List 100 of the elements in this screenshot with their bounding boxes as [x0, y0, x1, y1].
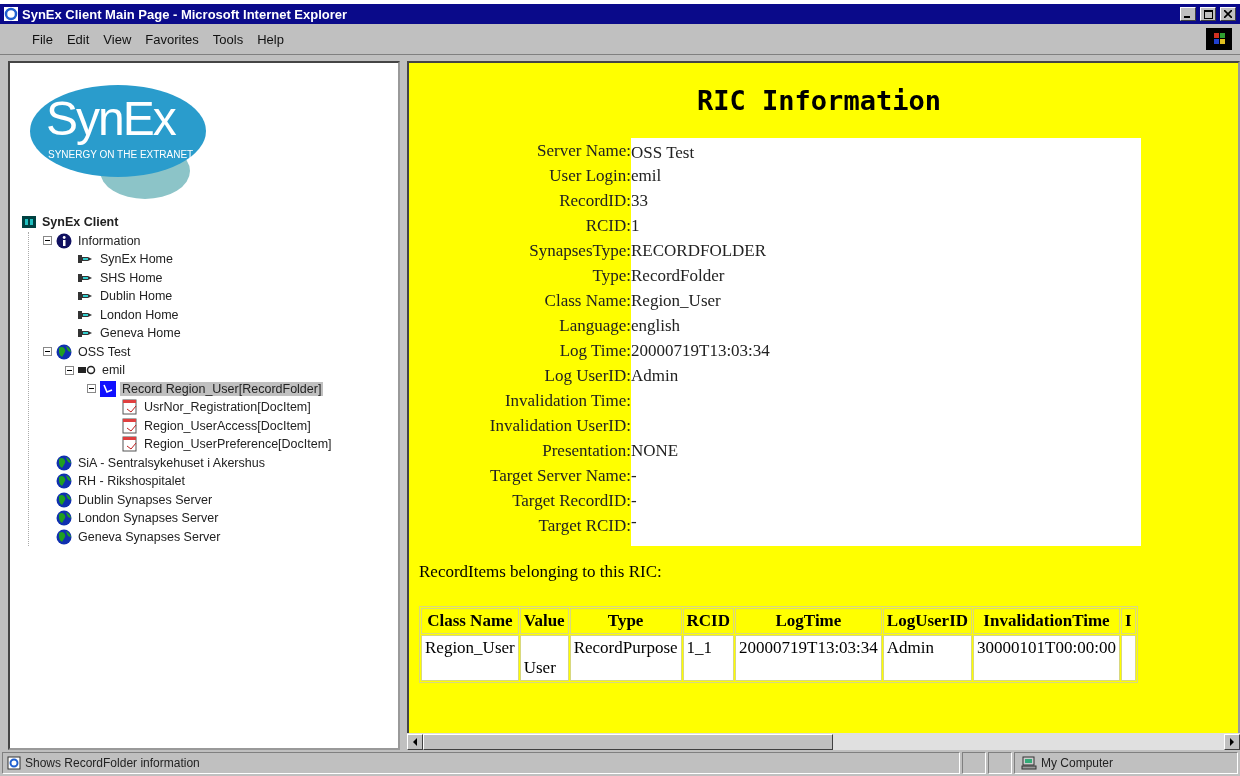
- tree-item[interactable]: RH - Rikshospitalet: [76, 474, 187, 489]
- table-cell: 20000719T13:03:34: [735, 635, 882, 681]
- page-heading: RIC Information: [696, 85, 942, 116]
- column-header: RCID: [682, 608, 734, 634]
- column-header: LogTime: [735, 608, 882, 634]
- tree-item[interactable]: London Synapses Server: [76, 511, 221, 526]
- folder-icon: [100, 380, 116, 397]
- field-value: 20000719T13:03:34: [631, 338, 1141, 363]
- user-icon: [78, 365, 96, 376]
- tree-root[interactable]: SynEx Client: [40, 215, 121, 230]
- status-pane: [962, 752, 986, 774]
- field-label: Invalidation Time:: [503, 390, 631, 411]
- field-label: Language:: [558, 315, 631, 336]
- globe-icon: [56, 454, 72, 471]
- column-header: LogUserID: [882, 608, 973, 634]
- table-cell: 1_1: [682, 635, 734, 681]
- link-icon: [78, 309, 94, 320]
- link-icon: [78, 291, 94, 302]
- logo-text: SynEx: [46, 91, 175, 146]
- tree-item[interactable]: Geneva Home: [98, 326, 183, 341]
- globe-icon: [56, 528, 72, 545]
- tree-item[interactable]: emil: [100, 363, 127, 378]
- collapse-toggle[interactable]: [43, 347, 52, 357]
- close-button[interactable]: [1220, 7, 1236, 21]
- close-icon: [1224, 10, 1232, 18]
- tree-item[interactable]: SynEx Home: [98, 252, 175, 267]
- field-value: emil: [631, 163, 1141, 188]
- globe-icon: [56, 473, 72, 490]
- table-cell: User: [519, 635, 569, 681]
- info-icon: [56, 232, 72, 249]
- field-label: Type:: [591, 265, 631, 286]
- link-icon: [78, 328, 94, 339]
- menu-item[interactable]: Favorites: [145, 31, 199, 47]
- document-icon: [122, 417, 138, 434]
- horizontal-scrollbar[interactable]: [407, 733, 1240, 750]
- field-value: RECORDFOLDER: [631, 238, 1141, 263]
- tree-item[interactable]: OSS Test: [76, 344, 133, 359]
- windows-logo-icon: [1206, 28, 1232, 50]
- field-value: 1: [631, 213, 1141, 238]
- field-value: 33: [631, 188, 1141, 213]
- column-header: Value: [519, 608, 569, 634]
- field-value: Admin: [631, 363, 1141, 388]
- table-cell: RecordPurpose: [569, 635, 682, 681]
- scroll-right-icon[interactable]: [1229, 737, 1235, 746]
- field-label: Target RCID:: [537, 515, 631, 536]
- menu-item[interactable]: Help: [257, 31, 284, 47]
- column-header: Class Name: [421, 608, 519, 634]
- field-label: Server Name:: [536, 140, 631, 161]
- globe-icon: [56, 510, 72, 527]
- globe-icon: [56, 491, 72, 508]
- table-cell: Admin: [882, 635, 973, 681]
- table-cell: 30000101T00:00:00: [973, 635, 1120, 681]
- minimize-button[interactable]: [1180, 7, 1196, 21]
- browser-icon: [4, 7, 18, 21]
- zone-text: My Computer: [1041, 756, 1114, 770]
- column-header: I: [1120, 608, 1136, 634]
- table-cell: Region_User: [421, 635, 519, 681]
- field-label: SynapsesType:: [528, 240, 631, 261]
- tree-item[interactable]: UsrNor_Registration[DocItem]: [142, 400, 313, 415]
- collapse-toggle[interactable]: [87, 384, 96, 394]
- column-header: Type: [569, 608, 682, 634]
- field-label: RecordID:: [558, 190, 631, 211]
- menu-item[interactable]: View: [103, 31, 132, 47]
- collapse-toggle[interactable]: [43, 236, 52, 246]
- tree-item[interactable]: Geneva Synapses Server: [76, 529, 223, 544]
- tree-item[interactable]: SHS Home: [98, 270, 165, 285]
- status-text: Shows RecordFolder information: [25, 756, 200, 770]
- document-icon: [122, 399, 138, 416]
- link-icon: [78, 254, 94, 265]
- maximize-button[interactable]: [1200, 7, 1216, 21]
- tree-item[interactable]: Dublin Home: [98, 289, 175, 304]
- tree-item[interactable]: SiA - Sentralsykehuset i Akershus: [76, 455, 267, 470]
- menu-item[interactable]: File: [32, 31, 53, 47]
- link-icon: [78, 272, 94, 283]
- computer-icon: [1021, 756, 1037, 770]
- tree-item[interactable]: Information: [76, 233, 143, 248]
- tree-item[interactable]: Region_UserPreference[DocItem]: [142, 437, 334, 452]
- tree-item[interactable]: Region_UserAccess[DocItem]: [142, 418, 313, 433]
- logo-tagline: SYNERGY ON THE EXTRANET: [48, 149, 194, 160]
- field-value: RecordFolder: [631, 263, 1141, 288]
- scroll-left-icon[interactable]: [412, 737, 418, 746]
- collapse-toggle[interactable]: [65, 365, 74, 375]
- section-caption: RecordItems belonging to this RIC:: [419, 562, 663, 582]
- page-icon: [7, 756, 21, 770]
- field-label: Target Server Name:: [488, 465, 631, 486]
- tree-item[interactable]: Dublin Synapses Server: [76, 492, 215, 507]
- field-label: Invalidation UserID:: [488, 415, 631, 436]
- field-label: RCID:: [584, 215, 631, 236]
- globe-icon: [56, 343, 72, 360]
- field-value: english: [631, 313, 1141, 338]
- field-label: Target RecordID:: [511, 490, 631, 511]
- field-label: Log Time:: [558, 340, 631, 361]
- menu-item[interactable]: Tools: [212, 31, 244, 47]
- document-icon: [122, 436, 138, 453]
- field-value: OSS Test: [631, 138, 1141, 163]
- maximize-icon: [1203, 9, 1213, 19]
- tree-item[interactable]: Record Region_User[RecordFolder]: [120, 381, 324, 396]
- field-label: Class Name:: [543, 290, 631, 311]
- menu-item[interactable]: Edit: [66, 31, 90, 47]
- tree-item[interactable]: London Home: [98, 307, 181, 322]
